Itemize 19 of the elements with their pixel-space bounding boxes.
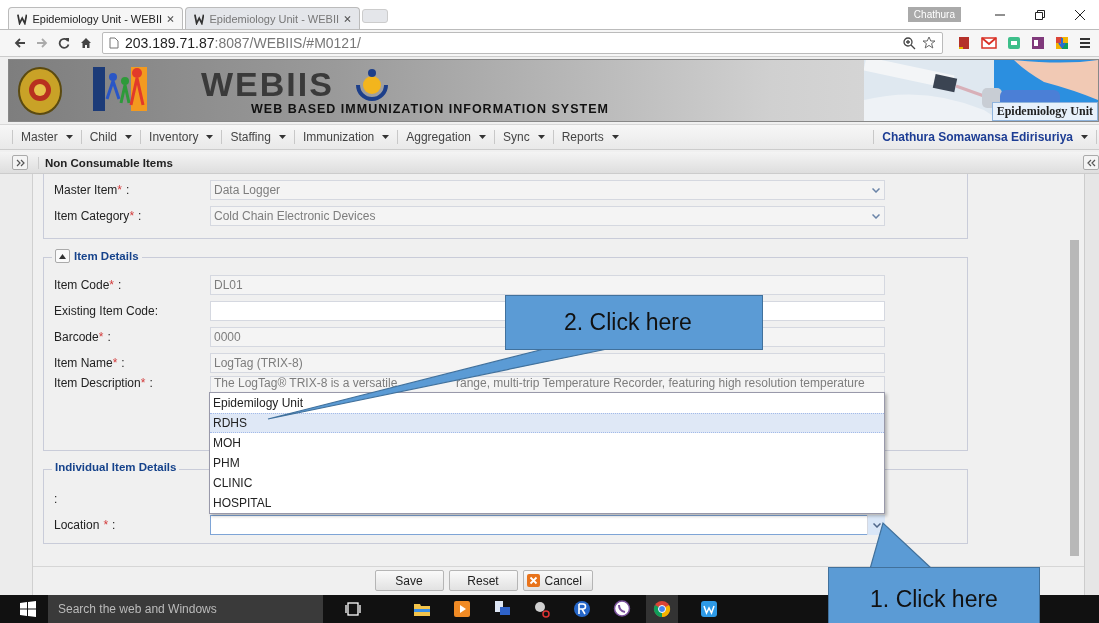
description-text: range, multi-trip Temperature Recorder, featuring high resolution temperature bbox=[456, 377, 865, 390]
field-label: Item Description* : bbox=[54, 376, 154, 390]
field-label: : bbox=[54, 492, 59, 506]
description-text: The LogTag® TRIX-8 is a versatile bbox=[214, 377, 399, 390]
field-label: Location * : bbox=[54, 518, 117, 532]
section-title: Individual Item Details bbox=[55, 461, 177, 473]
field-label: Item Name* : bbox=[54, 356, 126, 370]
field-label: Existing Item Code: bbox=[54, 304, 160, 318]
app-title: WEBIIS bbox=[201, 65, 334, 102]
field-label: Barcode* : bbox=[54, 330, 112, 344]
unit-label: Epidemiology Unit bbox=[991, 102, 1098, 121]
field-label: Item Category* : bbox=[54, 209, 143, 223]
panel-title: Non Consumable Items bbox=[38, 156, 173, 169]
callout-tooltip: 2. Click here bbox=[505, 295, 763, 350]
url-text: 203.189.71.87:8087/WEBIIS/#M0121/ bbox=[125, 35, 361, 51]
app-subtitle: WEB BASED IMMUNIZATION INFORMATION SYSTEM bbox=[251, 101, 609, 116]
section-title: Item Details bbox=[74, 250, 139, 262]
field-label: Master Item* : bbox=[54, 183, 131, 197]
field-label: Item Code* : bbox=[54, 278, 123, 292]
